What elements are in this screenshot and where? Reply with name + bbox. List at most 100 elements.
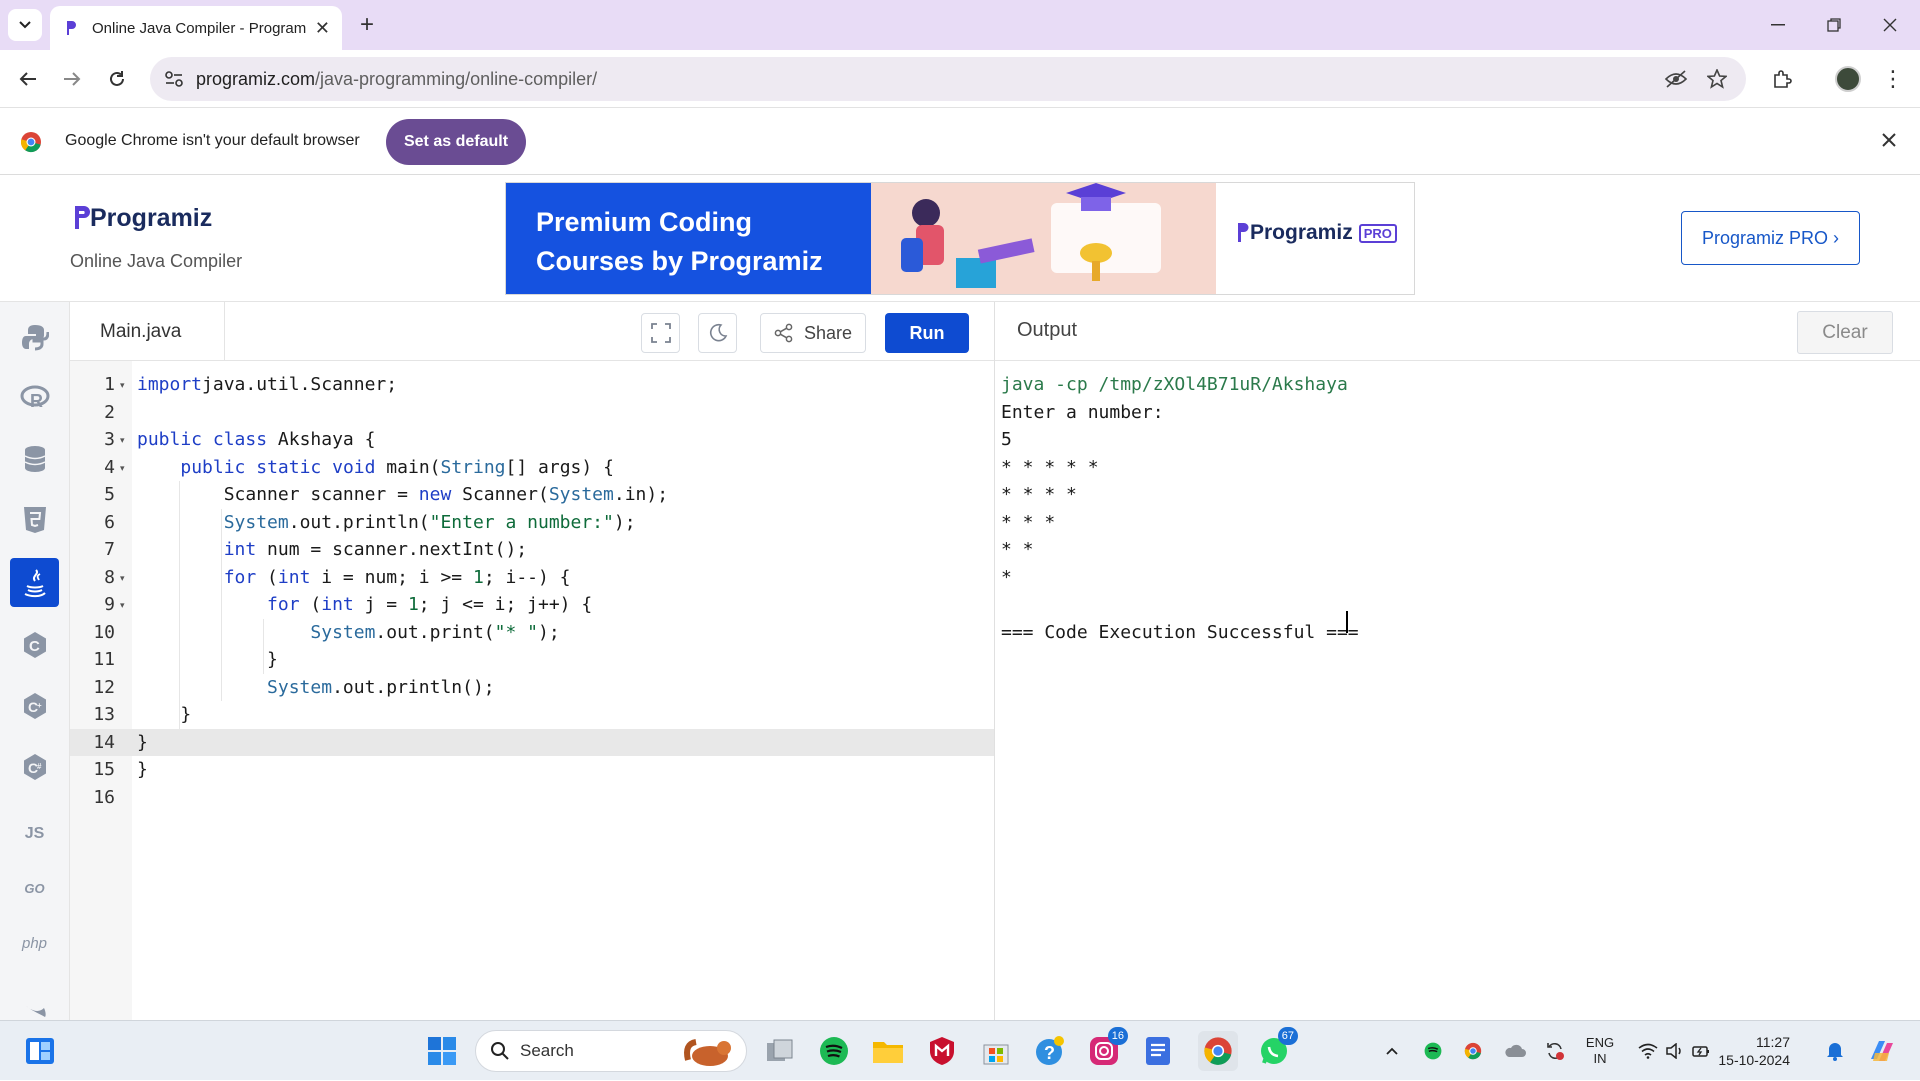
swift-icon[interactable] — [10, 978, 59, 1018]
php-icon[interactable]: php — [10, 919, 59, 968]
sql-icon[interactable] — [10, 434, 59, 483]
line-number: 5 — [104, 484, 115, 505]
instagram-app[interactable]: 16 — [1084, 1027, 1128, 1071]
whatsapp-app[interactable]: 67 — [1254, 1027, 1298, 1071]
eye-off-icon[interactable] — [1664, 69, 1688, 89]
address-bar[interactable]: programiz.com/java-programming/online-co… — [150, 57, 1746, 101]
lang-code: ENG — [1585, 1035, 1615, 1050]
cpp-icon[interactable]: C + — [10, 681, 59, 730]
indent-guide — [179, 481, 180, 729]
notifications-button[interactable] — [1820, 1021, 1850, 1081]
restore-button[interactable] — [1806, 0, 1862, 50]
show-hidden-icons-button[interactable] — [1380, 1021, 1404, 1081]
task-view-button[interactable] — [760, 1031, 800, 1071]
js-icon[interactable]: JS — [10, 809, 59, 858]
promo-banner[interactable]: Premium Coding Courses by Programiz Prog… — [505, 182, 1415, 295]
indent-guide — [263, 618, 264, 674]
start-button[interactable] — [422, 1031, 462, 1071]
microsoft-store-app[interactable] — [976, 1031, 1016, 1071]
cloud-icon — [1505, 1044, 1526, 1057]
infobar-close-button[interactable] — [1877, 128, 1901, 152]
profile-avatar[interactable] — [1835, 66, 1861, 92]
programiz-pro-button[interactable]: Programiz PRO › — [1681, 211, 1860, 265]
chrome-icon — [1204, 1037, 1232, 1065]
code-line: } — [137, 704, 192, 725]
mcafee-app[interactable] — [922, 1031, 962, 1071]
run-button[interactable]: Run — [885, 313, 969, 353]
output-line: * * * * * — [1001, 456, 1099, 478]
puzzle-icon — [1774, 70, 1792, 88]
programiz-logo-icon — [1238, 223, 1249, 242]
widgets-icon — [26, 1038, 54, 1064]
spotify-app[interactable] — [814, 1031, 854, 1071]
line-number: 7 — [104, 539, 115, 560]
output-line: * * — [1001, 539, 1034, 560]
output-console[interactable] — [995, 361, 1920, 1020]
tray-spotify[interactable] — [1420, 1021, 1446, 1081]
java-icon[interactable] — [10, 558, 59, 607]
quick-settings[interactable] — [1636, 1021, 1712, 1081]
c-icon[interactable]: C — [10, 620, 59, 669]
extensions-button[interactable] — [1763, 60, 1801, 98]
go-icon[interactable]: GO — [10, 864, 59, 913]
chrome-logo-icon — [21, 132, 41, 153]
lang-region: IN — [1593, 1051, 1607, 1066]
clock[interactable]: 11:27 15-10-2024 — [1716, 1021, 1790, 1081]
banner-graphic — [901, 183, 1161, 288]
tray-sync[interactable] — [1540, 1021, 1570, 1081]
clock-time: 11:27 — [1756, 1034, 1790, 1050]
clear-button[interactable]: Clear — [1797, 311, 1893, 354]
set-as-default-button[interactable]: Set as default — [386, 119, 526, 165]
minimize-button[interactable] — [1750, 0, 1806, 50]
current-line-highlight — [70, 728, 994, 756]
forward-button[interactable] — [53, 60, 91, 98]
search-highlight-squirrel-icon — [684, 1039, 731, 1066]
output-line: * * * — [1001, 511, 1056, 533]
file-explorer-app[interactable] — [868, 1031, 908, 1071]
reload-button[interactable] — [98, 60, 136, 98]
menu-kebab-icon[interactable]: ⋮ — [1874, 60, 1912, 98]
html-icon[interactable] — [10, 495, 59, 544]
bookmark-star-icon[interactable] — [1707, 69, 1727, 89]
output-command-line: java -cp /tmp/zXOl4B71uR/Akshaya — [1001, 374, 1348, 395]
code-line: Scanner scanner = new Scanner(System.in)… — [137, 484, 669, 505]
url-text: programiz.com/java-programming/online-co… — [196, 69, 597, 90]
r-icon[interactable]: R — [10, 373, 59, 422]
site-info-icon[interactable] — [164, 70, 184, 88]
volume-icon — [1666, 1043, 1681, 1059]
mcafee-shield-icon — [930, 1037, 954, 1065]
editor-toolbar: Main.java Share Run — [70, 302, 995, 361]
file-tab-main-java[interactable]: Main.java — [70, 302, 225, 361]
share-button[interactable]: Share — [760, 313, 866, 353]
line-number: 3 — [104, 429, 115, 450]
programiz-logo[interactable]: Programiz — [72, 203, 212, 233]
text-cursor — [1346, 611, 1348, 633]
spotify-tray-icon — [1424, 1042, 1442, 1060]
tray-chrome[interactable] — [1460, 1021, 1486, 1081]
new-tab-button[interactable]: + — [352, 10, 382, 40]
dark-mode-button[interactable] — [698, 313, 737, 353]
language-indicator[interactable]: ENG IN — [1580, 1021, 1620, 1081]
taskbar-search[interactable]: Search — [475, 1030, 747, 1072]
chrome-app[interactable] — [1198, 1031, 1238, 1071]
fullscreen-button[interactable] — [641, 313, 680, 353]
back-button[interactable] — [9, 60, 47, 98]
line-number: 1 — [104, 374, 115, 395]
copilot-button[interactable] — [1862, 1021, 1902, 1081]
csharp-icon[interactable]: C # — [10, 742, 59, 791]
tray-onedrive[interactable] — [1500, 1021, 1530, 1081]
widgets-button[interactable] — [20, 1031, 60, 1071]
windows-taskbar: Search ? 16 67 ENG IN 11:27 15-10-2024 — [0, 1020, 1920, 1080]
svg-text:C: C — [29, 638, 40, 655]
line-number: 13 — [93, 704, 115, 725]
get-help-app[interactable]: ? — [1030, 1031, 1070, 1071]
python-icon[interactable] — [10, 312, 59, 361]
line-number: 11 — [93, 649, 115, 670]
browser-tab-active[interactable]: Online Java Compiler - Program ✕ — [50, 6, 342, 50]
tab-close-icon[interactable]: ✕ — [315, 18, 330, 39]
docs-app[interactable] — [1138, 1031, 1178, 1071]
sync-alert-icon — [1547, 1043, 1564, 1060]
close-window-button[interactable] — [1862, 0, 1918, 50]
tab-search-button[interactable] — [8, 9, 42, 41]
code-line: importjava.util.Scanner; — [137, 374, 398, 395]
